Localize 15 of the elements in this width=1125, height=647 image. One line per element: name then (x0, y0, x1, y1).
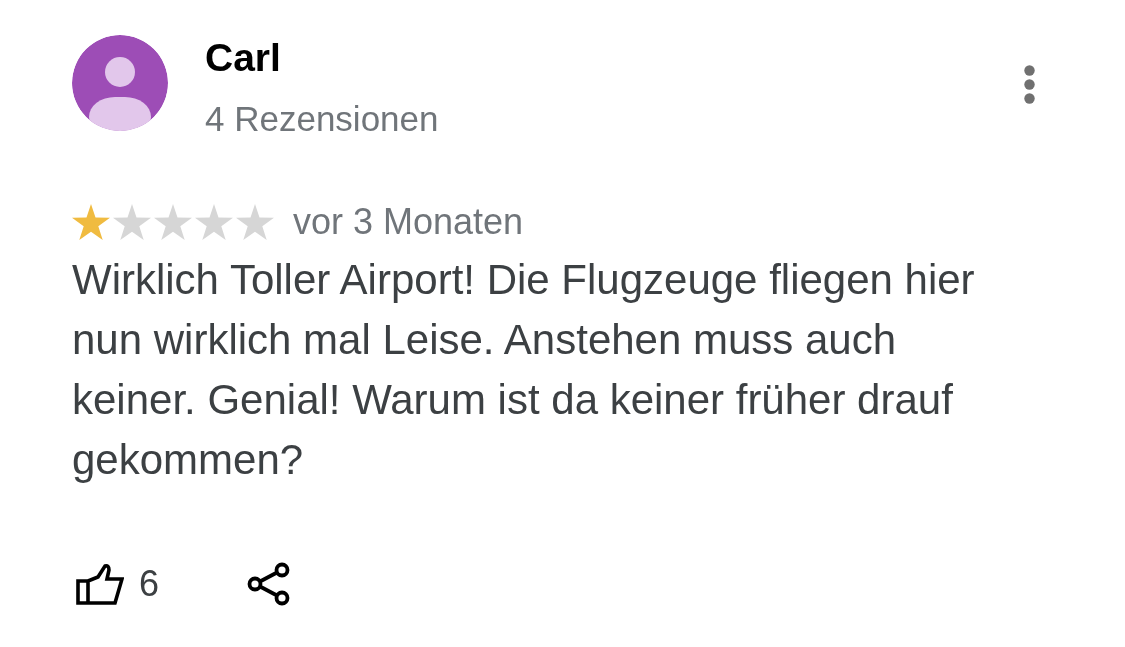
review-count: 4 Rezensionen (205, 99, 440, 139)
star-icon (236, 204, 274, 240)
more-options-icon (1023, 64, 1035, 104)
thumbs-up-icon (76, 563, 124, 605)
avatar-icon (72, 35, 168, 131)
share-button[interactable] (247, 562, 291, 606)
like-button[interactable]: 6 (76, 563, 160, 605)
star-icon (113, 204, 151, 240)
review-time: vor 3 Monaten (293, 202, 524, 242)
review-text: Wirklich Toller Airport! Die Flugzeuge fliegen hier nun wirklich mal Leise. Anstehen muss auch keiner. Genial! Warum ist da keiner früher drauf gekommen? (72, 255, 976, 485)
star-icon (72, 204, 110, 240)
star-icon (195, 204, 233, 240)
share-icon (247, 562, 291, 606)
star-icon (154, 204, 192, 240)
reviewer-name: Carl (205, 35, 282, 81)
